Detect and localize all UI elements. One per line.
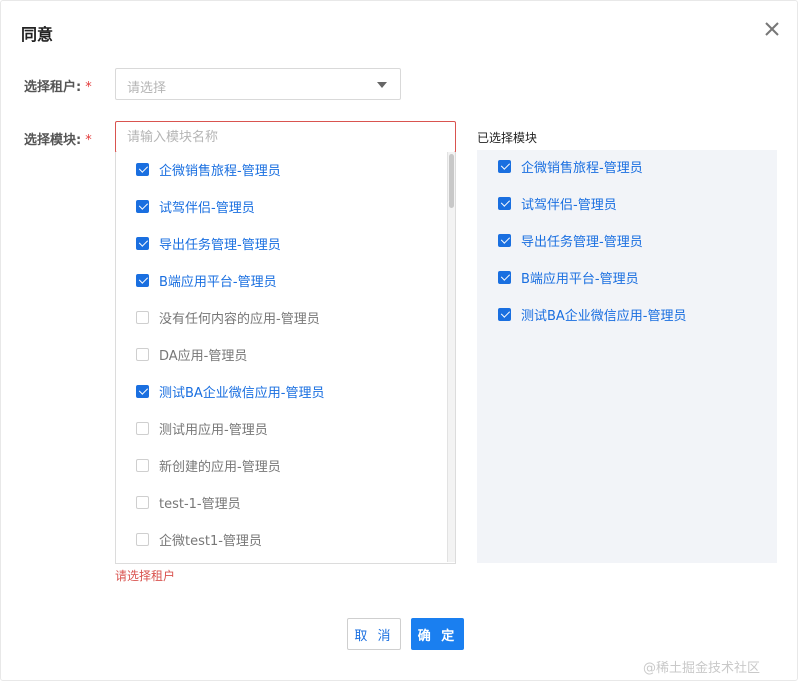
confirm-button[interactable]: 确 定: [411, 618, 464, 650]
module-option[interactable]: 试驾伴侣-管理员: [136, 196, 255, 216]
module-option-label: 导出任务管理-管理员: [159, 237, 281, 253]
module-option-label: 新创建的应用-管理员: [159, 459, 281, 475]
selected-module-item[interactable]: 试驾伴侣-管理员: [498, 193, 617, 213]
validation-error: 请选择租户: [115, 569, 176, 583]
module-checkbox[interactable]: [136, 199, 149, 213]
module-option[interactable]: 测试用应用-管理员: [136, 418, 268, 438]
module-checkbox[interactable]: [136, 347, 149, 361]
module-option[interactable]: 导出任务管理-管理员: [136, 233, 281, 253]
scrollbar-thumb[interactable]: [449, 154, 454, 208]
module-checkbox[interactable]: [136, 236, 149, 250]
agree-dialog: 同意 选择租户:* 请选择 选择模块:* 企微销售旅程-管理员 试驾伴侣-管理员…: [0, 0, 798, 681]
cancel-button[interactable]: 取 消: [347, 618, 401, 650]
dialog-title: 同意: [21, 25, 54, 44]
module-option[interactable]: 新创建的应用-管理员: [136, 455, 281, 475]
module-option-label: 试驾伴侣-管理员: [159, 200, 255, 216]
module-option[interactable]: B端应用平台-管理员: [136, 270, 277, 290]
tenant-select[interactable]: 请选择: [115, 68, 401, 100]
module-option-label: B端应用平台-管理员: [159, 274, 277, 290]
module-checkbox[interactable]: [136, 162, 149, 176]
selected-checkbox[interactable]: [498, 159, 511, 173]
selected-modules-panel: 企微销售旅程-管理员 试驾伴侣-管理员 导出任务管理-管理员 B端应用平台-管理…: [477, 150, 777, 563]
module-checkbox[interactable]: [136, 421, 149, 435]
selected-module-label: B端应用平台-管理员: [521, 271, 639, 287]
module-option[interactable]: 企微test1-管理员: [136, 529, 262, 549]
module-checkbox[interactable]: [136, 384, 149, 398]
selected-module-label: 企微销售旅程-管理员: [521, 160, 643, 176]
module-option-label: DA应用-管理员: [159, 348, 248, 364]
module-option-label: test-1-管理员: [159, 496, 241, 512]
module-label: 选择模块: *: [24, 133, 92, 148]
selected-module-item[interactable]: 导出任务管理-管理员: [498, 230, 643, 250]
tenant-select-placeholder: 请选择: [127, 81, 167, 96]
module-option-label: 没有任何内容的应用-管理员: [159, 311, 320, 327]
module-option-label: 企微test1-管理员: [159, 533, 262, 549]
required-mark: *: [85, 80, 92, 95]
module-search-input[interactable]: [115, 121, 456, 153]
scrollbar-track[interactable]: [448, 152, 455, 562]
module-option[interactable]: test-1-管理员: [136, 492, 241, 512]
close-icon[interactable]: [763, 20, 781, 38]
watermark: @稀土掘金技术社区: [643, 661, 761, 676]
module-option[interactable]: DA应用-管理员: [136, 344, 247, 364]
selected-checkbox[interactable]: [498, 270, 511, 284]
selected-checkbox[interactable]: [498, 233, 511, 247]
module-checkbox[interactable]: [136, 273, 149, 287]
module-option-label: 企微销售旅程-管理员: [159, 163, 281, 179]
tenant-label: 选择租户: *: [24, 80, 92, 95]
module-checkbox[interactable]: [136, 495, 149, 509]
selected-checkbox[interactable]: [498, 307, 511, 321]
module-option-label: 测试BA企业微信应用-管理员: [159, 385, 325, 401]
module-checkbox[interactable]: [136, 310, 149, 324]
module-option-label: 测试用应用-管理员: [159, 422, 268, 438]
selected-module-item[interactable]: 企微销售旅程-管理员: [498, 156, 643, 176]
module-options-list: 企微销售旅程-管理员 试驾伴侣-管理员 导出任务管理-管理员 B端应用平台-管理…: [115, 152, 456, 564]
required-mark: *: [85, 133, 92, 148]
module-checkbox[interactable]: [136, 532, 149, 546]
selected-module-label: 导出任务管理-管理员: [521, 234, 643, 250]
selected-module-item[interactable]: B端应用平台-管理员: [498, 267, 639, 287]
selected-module-item[interactable]: 测试BA企业微信应用-管理员: [498, 304, 687, 324]
selected-modules-title: 已选择模块: [477, 131, 538, 145]
module-option[interactable]: 企微销售旅程-管理员: [136, 159, 281, 179]
module-option[interactable]: 测试BA企业微信应用-管理员: [136, 381, 325, 401]
module-option[interactable]: 没有任何内容的应用-管理员: [136, 307, 320, 327]
selected-checkbox[interactable]: [498, 196, 511, 210]
module-checkbox[interactable]: [136, 458, 149, 472]
selected-module-label: 测试BA企业微信应用-管理员: [521, 308, 687, 324]
selected-module-label: 试驾伴侣-管理员: [521, 197, 617, 213]
caret-down-icon: [377, 82, 387, 88]
